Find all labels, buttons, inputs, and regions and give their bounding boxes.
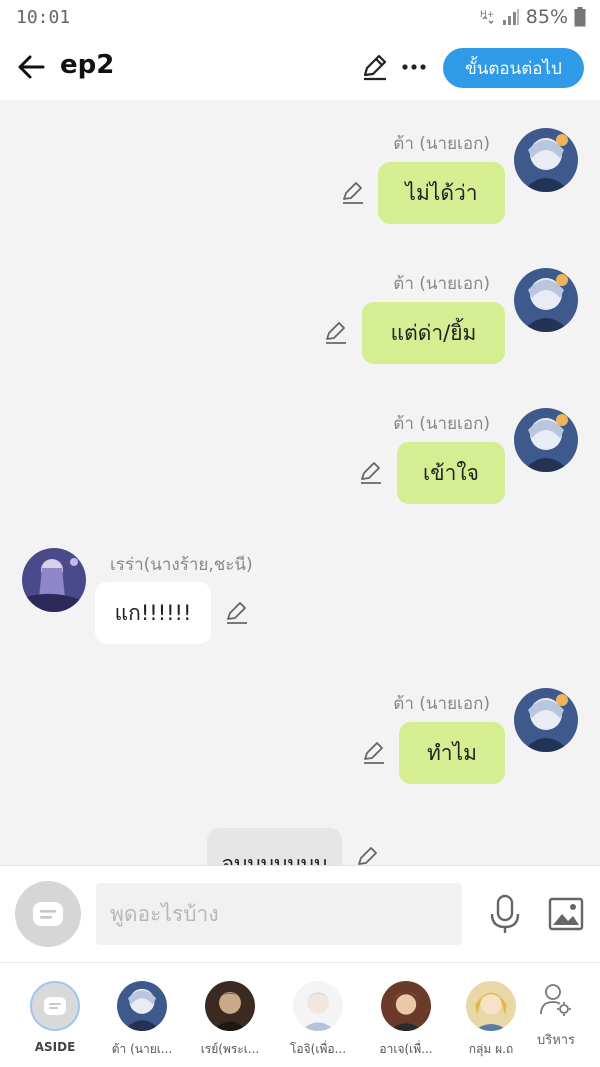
- aside-toggle-button[interactable]: [15, 881, 81, 947]
- aside-avatar: [30, 981, 80, 1031]
- character-selector: ASIDE ต้า (นายเ... เรย์(พระเ... โอจิ(เพื…: [0, 963, 600, 1067]
- character-avatar: [381, 981, 431, 1031]
- edit-message-icon[interactable]: [355, 845, 381, 865]
- avatar-rera[interactable]: [22, 548, 86, 612]
- header-bar: ep2 ขั้นตอนต่อไป: [0, 36, 600, 100]
- message-speaker: ต้า (นายเอก): [393, 134, 490, 154]
- microphone-icon[interactable]: [488, 894, 522, 934]
- message-bubble[interactable]: แก!!!!!!: [95, 582, 211, 644]
- message-bubble[interactable]: ทำไม: [399, 722, 505, 784]
- character-avatar: [117, 981, 167, 1031]
- back-arrow-icon[interactable]: [14, 50, 48, 84]
- message-speaker: เรร่า(นางร้าย,ชะนี): [110, 555, 253, 575]
- message-bubble[interactable]: ไม่ได้ว่า: [378, 162, 505, 224]
- avatar-ta[interactable]: [514, 128, 578, 192]
- user-settings-icon: [540, 984, 571, 1016]
- next-step-button[interactable]: ขั้นตอนต่อไป: [443, 48, 584, 88]
- character-label: เรย์(พระเ...: [200, 1042, 260, 1056]
- avatar-ta[interactable]: [514, 268, 578, 332]
- edit-message-icon[interactable]: [323, 320, 349, 346]
- edit-message-icon[interactable]: [358, 460, 384, 486]
- character-label: ASIDE: [34, 1040, 76, 1054]
- more-options-icon[interactable]: [400, 53, 428, 81]
- edit-message-icon[interactable]: [224, 600, 250, 626]
- character-avatar: [293, 981, 343, 1031]
- edit-pencil-icon[interactable]: [360, 53, 388, 81]
- battery-percent: 85%: [525, 6, 568, 28]
- episode-title: ep2: [60, 50, 115, 80]
- aside-message-bubble[interactable]: จบบบบบบบ: [207, 828, 342, 865]
- manage-label: บริหาร: [536, 1033, 576, 1048]
- avatar-ta[interactable]: [514, 408, 578, 472]
- character-label: โอจิ(เพื่อ...: [289, 1042, 347, 1056]
- character-ta[interactable]: ต้า (นายเ...: [104, 981, 180, 1059]
- edit-message-icon[interactable]: [361, 740, 387, 766]
- message-bubble[interactable]: แต่ด่า/ยิ้ม: [362, 302, 505, 364]
- message-input[interactable]: [96, 883, 462, 945]
- message-speaker: ต้า (นายเอก): [393, 414, 490, 434]
- manage-characters-button[interactable]: บริหาร: [528, 983, 584, 1050]
- avatar-ta[interactable]: [514, 688, 578, 752]
- character-label: อาเจ(เพื่...: [379, 1042, 433, 1056]
- message-bubble[interactable]: เข้าใจ: [397, 442, 505, 504]
- status-bar: 10:01 H+ 85%: [0, 0, 600, 36]
- character-aje[interactable]: อาเจ(เพื่...: [368, 981, 444, 1059]
- character-label: กลุ่ม ผ.ถ: [468, 1042, 514, 1056]
- status-icons: H+ 85%: [480, 6, 586, 28]
- data-icon: H+: [480, 10, 494, 24]
- character-avatar: [466, 981, 516, 1031]
- chat-bubble-icon: [44, 997, 66, 1015]
- status-time: 10:01: [16, 7, 71, 28]
- message-composer: [0, 865, 600, 963]
- message-speaker: ต้า (นายเอก): [393, 694, 490, 714]
- battery-icon: [574, 7, 586, 27]
- character-avatar: [205, 981, 255, 1031]
- character-label: ต้า (นายเ...: [111, 1042, 173, 1056]
- character-aside[interactable]: ASIDE: [17, 981, 93, 1054]
- chat-area[interactable]: ต้า (นายเอก) ไม่ได้ว่า ต้า (นายเอก) แต่ด…: [0, 100, 600, 865]
- signal-icon: [502, 9, 519, 25]
- image-upload-icon[interactable]: [548, 897, 584, 931]
- character-group[interactable]: กลุ่ม ผ.ถ: [456, 981, 526, 1059]
- chat-bubble-icon: [33, 902, 63, 926]
- character-oji[interactable]: โอจิ(เพื่อ...: [280, 981, 356, 1059]
- character-ray[interactable]: เรย์(พระเ...: [192, 981, 268, 1059]
- message-speaker: ต้า (นายเอก): [393, 274, 490, 294]
- edit-message-icon[interactable]: [340, 180, 366, 206]
